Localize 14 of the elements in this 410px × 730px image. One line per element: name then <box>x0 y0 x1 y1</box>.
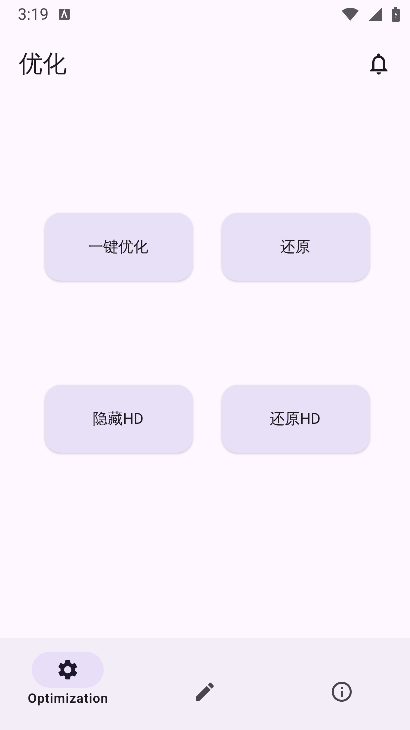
signal-icon <box>369 8 382 20</box>
notification-icon <box>58 8 70 20</box>
page-title: 优化 <box>19 49 67 80</box>
settings-icon <box>56 658 80 682</box>
action-button[interactable]: 还原HD <box>222 385 370 453</box>
nav-label: Optimization <box>28 692 109 707</box>
action-button[interactable]: 一键优化 <box>44 213 192 281</box>
action-button[interactable]: 隐藏HD <box>44 385 192 453</box>
nav-tab[interactable] <box>32 652 104 688</box>
action-button[interactable]: 还原 <box>222 213 370 281</box>
info-icon <box>330 680 354 704</box>
status-time: 3:19 <box>18 4 49 24</box>
battery-icon <box>392 6 400 22</box>
wifi-icon <box>342 8 359 20</box>
